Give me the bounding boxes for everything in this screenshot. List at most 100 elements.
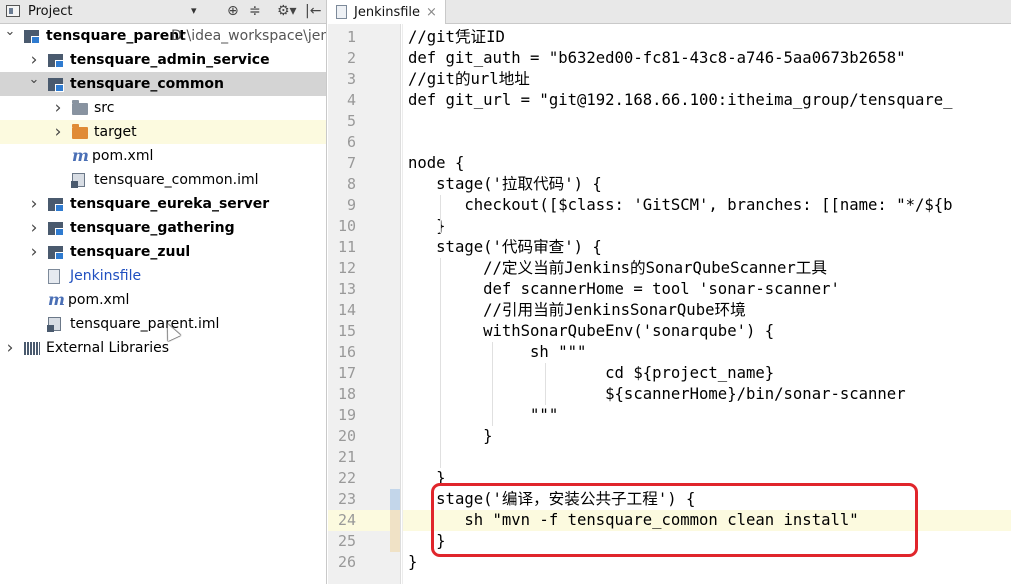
indent-guide	[440, 195, 441, 233]
code-line[interactable]: sh """	[402, 342, 1011, 363]
code-line[interactable]	[402, 447, 1011, 468]
tree-item[interactable]: ⌄ tensquare_parent D:\idea_workspace\jenk	[0, 24, 327, 48]
line-number: 22	[337, 469, 356, 487]
line-number-gutter: 1 2 3 4 5 6 7 8 9 10 11 12 13 14 15 16 17 18 19 20 21 22 23 24 2…	[328, 24, 401, 584]
editor-left-border	[402, 24, 403, 584]
line-number: 7	[346, 154, 356, 172]
iml-icon	[71, 173, 85, 188]
code-line[interactable]: def scannerHome = tool 'sonar-scanner'	[402, 279, 1011, 300]
project-path: D:\idea_workspace\jenk	[171, 28, 327, 44]
collapse-all-icon[interactable]: ≑	[249, 2, 261, 20]
tree-item[interactable]: › tensquare_eureka_server	[0, 192, 326, 216]
chevron-right-icon[interactable]: ›	[28, 216, 40, 240]
tree-item[interactable]: › tensquare_admin_service	[0, 48, 326, 72]
chevron-right-icon[interactable]: ›	[4, 336, 16, 360]
iml-icon	[47, 317, 61, 332]
change-marker	[390, 489, 400, 510]
line-number: 4	[346, 91, 356, 109]
line-number: 14	[337, 301, 356, 319]
code-line[interactable]: cd ${project_name}	[402, 363, 1011, 384]
line-number: 17	[337, 364, 356, 382]
line-number: 6	[346, 133, 356, 151]
line-number: 9	[346, 196, 356, 214]
gear-icon[interactable]: ⚙▾	[277, 2, 297, 20]
tree-item[interactable]: m pom.xml	[0, 288, 326, 312]
file-icon	[336, 5, 347, 19]
project-title[interactable]: Project	[28, 4, 72, 19]
line-number: 21	[337, 448, 356, 466]
code-line[interactable]: checkout([$class: 'GitSCM', branches: [[…	[402, 195, 1011, 216]
tree-item-label: tensquare_admin_service	[70, 52, 270, 68]
hide-panel-icon[interactable]: |←	[305, 2, 321, 20]
maven-icon: m	[72, 146, 89, 165]
chevron-right-icon[interactable]: ›	[28, 192, 40, 216]
maven-icon: m	[48, 290, 65, 309]
chevron-down-icon[interactable]: ⌄	[4, 20, 16, 44]
tree-item-label: tensquare_parent.iml	[70, 316, 220, 332]
close-icon[interactable]: ×	[426, 5, 437, 20]
tree-item-label: pom.xml	[92, 148, 154, 164]
code-line[interactable]: withSonarQubeEnv('sonarqube') {	[402, 321, 1011, 342]
line-number: 10	[337, 217, 356, 235]
chevron-right-icon[interactable]: ›	[52, 96, 64, 120]
tree-item[interactable]: m pom.xml	[0, 144, 326, 168]
code-line[interactable]: //引用当前JenkinsSonarQube环境	[402, 300, 1011, 321]
tree-item-label: Jenkinsfile	[70, 268, 142, 284]
chevron-right-icon[interactable]: ›	[28, 240, 40, 264]
highlight-annotation-box	[431, 483, 918, 557]
line-number: 13	[337, 280, 356, 298]
chevron-right-icon[interactable]: ›	[52, 120, 64, 144]
tree-item[interactable]: › src	[0, 96, 326, 120]
folder-orange-icon	[72, 124, 88, 139]
code-line[interactable]: ${scannerHome}/bin/sonar-scanner	[402, 384, 1011, 405]
tab-label: Jenkinsfile	[354, 4, 421, 20]
code-line[interactable]: def git_url = "git@192.168.66.100:itheim…	[402, 90, 1011, 111]
tree-item[interactable]: tensquare_common.iml	[0, 168, 326, 192]
line-number: 8	[346, 175, 356, 193]
line-number: 19	[337, 406, 356, 424]
line-number: 23	[337, 490, 356, 508]
tree-item[interactable]: › External Libraries	[0, 336, 326, 360]
locate-icon[interactable]: ⊕	[227, 2, 239, 20]
code-line[interactable]: }	[402, 426, 1011, 447]
line-number: 12	[337, 259, 356, 277]
project-header: Project ▾ ⊕ ≑ ⚙▾ |←	[0, 0, 326, 24]
tree-item-label: tensquare_common.iml	[94, 172, 259, 188]
tree-item-label: target	[94, 124, 137, 140]
module-icon	[48, 54, 64, 68]
code-line[interactable]: //git的url地址	[402, 69, 1011, 90]
chevron-down-icon[interactable]: ⌄	[28, 68, 40, 92]
tree-item-label: src	[94, 100, 115, 116]
tree-item[interactable]: › target	[0, 120, 326, 144]
tree-item[interactable]: › tensquare_gathering	[0, 216, 326, 240]
code-line[interactable]: def git_auth = "b632ed00-fc81-43c8-a746-…	[402, 48, 1011, 69]
line-number: 3	[346, 70, 356, 88]
code-line[interactable]: stage('代码审查') {	[402, 237, 1011, 258]
line-number: 24	[337, 511, 356, 529]
line-number: 1	[346, 28, 356, 46]
line-number: 18	[337, 385, 356, 403]
indent-guide	[492, 342, 493, 426]
chevron-down-icon[interactable]: ▾	[191, 4, 197, 17]
code-line[interactable]: stage('拉取代码') {	[402, 174, 1011, 195]
code-line[interactable]: }	[402, 216, 1011, 237]
tree-item[interactable]: › tensquare_zuul	[0, 240, 326, 264]
tree-item-label: tensquare_parent	[46, 28, 186, 44]
code-line[interactable]: //git凭证ID	[402, 27, 1011, 48]
module-icon	[48, 78, 64, 92]
code-line[interactable]	[402, 132, 1011, 153]
module-icon	[48, 198, 64, 212]
editor-tab-bar: Jenkinsfile ×	[328, 0, 1011, 24]
code-line[interactable]	[402, 111, 1011, 132]
code-line[interactable]: """	[402, 405, 1011, 426]
line-number: 16	[337, 343, 356, 361]
tree-item[interactable]: Jenkinsfile	[0, 264, 326, 288]
tab-jenkinsfile[interactable]: Jenkinsfile ×	[328, 0, 446, 24]
folder-icon	[72, 100, 88, 115]
code-line[interactable]: node {	[402, 153, 1011, 174]
line-number: 5	[346, 112, 356, 130]
tree-item[interactable]: ⌄ tensquare_common	[0, 72, 326, 96]
indent-guide	[545, 363, 546, 405]
module-icon	[48, 222, 64, 236]
code-line[interactable]: //定义当前Jenkins的SonarQubeScanner工具	[402, 258, 1011, 279]
